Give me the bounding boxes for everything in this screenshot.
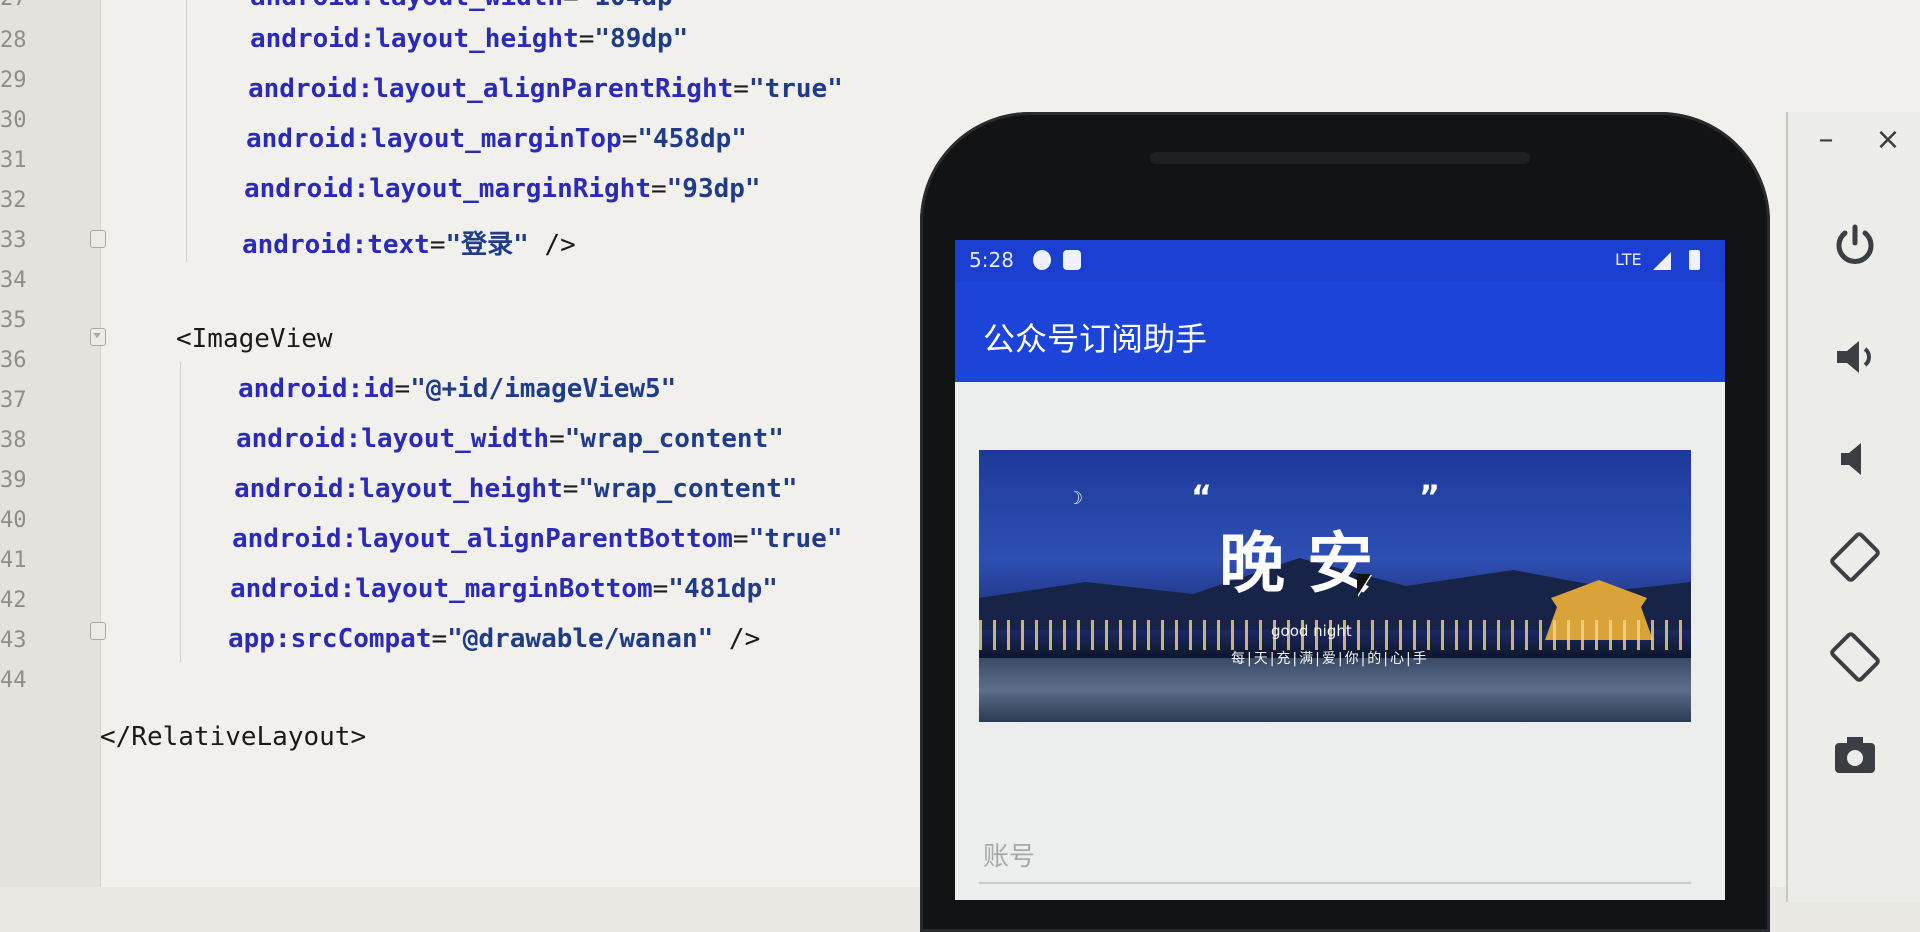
- rotate-right-icon: [1830, 632, 1880, 682]
- line-number: 41: [0, 548, 27, 573]
- rotate-right-button[interactable]: [1788, 622, 1920, 692]
- code-line: android:layout_width="wrap_content": [236, 424, 784, 454]
- code-line: android:layout_alignParentBottom="true": [232, 524, 843, 554]
- volume-down-button[interactable]: [1788, 424, 1920, 494]
- banner-image: ☽ “ ” 晚安 good night 每|天|充|满|爱|你|的|心|手: [979, 450, 1691, 722]
- status-bar: 5:28 LTE: [955, 240, 1725, 282]
- line-number: 30: [0, 108, 27, 133]
- line-number: 43: [0, 628, 27, 653]
- banner-subtitle: 每|天|充|满|爱|你|的|心|手: [1231, 651, 1429, 667]
- account-input[interactable]: [979, 832, 1691, 884]
- code-line: android:id="@+id/imageView5": [238, 374, 677, 404]
- code-line: android:text="登录" />: [242, 230, 576, 260]
- code-line: </RelativeLayout>: [100, 722, 367, 752]
- line-number: 27: [0, 0, 40, 11]
- battery-icon: [1689, 250, 1700, 270]
- code-line: app:srcCompat="@drawable/wanan" />: [228, 624, 761, 654]
- line-number: 29: [0, 68, 27, 93]
- volume-up-icon: [1837, 341, 1871, 373]
- code-line: android:layout_marginBottom="481dp": [230, 574, 778, 604]
- code-line: android:layout_marginTop="458dp": [246, 124, 747, 154]
- power-icon: [1836, 224, 1874, 264]
- line-number: 34: [0, 268, 27, 293]
- moon-icon: ☽: [1067, 488, 1084, 509]
- camera-icon: [1835, 737, 1875, 773]
- line-number: 32: [0, 188, 27, 213]
- line-number: 35: [0, 308, 27, 333]
- line-number: 40: [0, 508, 27, 533]
- close-button[interactable]: ×: [1858, 116, 1918, 162]
- emulator-screen[interactable]: 5:28 LTE 公众号订阅助手 ☽ “ ” 晚安 good night 每|天…: [955, 240, 1725, 900]
- signal-icon: [1653, 252, 1671, 270]
- sd-card-icon: [1063, 250, 1081, 270]
- line-number: 37: [0, 388, 27, 413]
- rotate-left-icon: [1830, 532, 1880, 582]
- app-title: 公众号订阅助手: [983, 320, 1208, 358]
- code-line: android:layout_height="89dp": [250, 24, 689, 54]
- device-speaker: [1150, 152, 1530, 164]
- banner-quote-open: “: [1191, 478, 1213, 516]
- line-number: 39: [0, 468, 27, 493]
- minimize-button[interactable]: –: [1796, 116, 1856, 162]
- code-line: android:layout_width="104dp": [250, 0, 688, 12]
- code-line: android:layout_height="wrap_content": [234, 474, 798, 504]
- screenshot-button[interactable]: [1788, 720, 1920, 790]
- line-number-gutter: 27 28 29 30 31 32 33 34 35 36 37 38 39 4…: [0, 0, 101, 887]
- app-bar: 公众号订阅助手: [955, 282, 1725, 382]
- line-number: 31: [0, 148, 27, 173]
- rotate-left-button[interactable]: [1788, 522, 1920, 592]
- mouse-cursor-icon: [1357, 574, 1371, 596]
- line-number: 38: [0, 428, 27, 453]
- code-line: <ImageView: [176, 324, 333, 354]
- power-button[interactable]: [1788, 210, 1920, 280]
- code-line: android:layout_alignParentRight="true": [248, 74, 843, 104]
- banner-english-text: good night: [1271, 622, 1352, 640]
- network-type: LTE: [1615, 250, 1642, 269]
- emulator-toolbar: – ×: [1786, 112, 1920, 902]
- indent-guide: [180, 362, 181, 662]
- notification-icon: [1033, 250, 1051, 270]
- code-line: android:layout_marginRight="93dp": [244, 174, 761, 204]
- volume-down-icon: [1841, 443, 1861, 475]
- fold-marker-icon[interactable]: [90, 622, 106, 640]
- volume-up-button[interactable]: [1788, 322, 1920, 392]
- status-time: 5:28: [969, 248, 1014, 272]
- line-number: 42: [0, 588, 27, 613]
- fold-marker-icon[interactable]: [90, 230, 106, 248]
- line-number: 33: [0, 228, 27, 253]
- banner-quote-close: ”: [1419, 478, 1441, 516]
- line-number: 44: [0, 668, 27, 693]
- indent-guide: [186, 0, 187, 262]
- line-number: 28: [0, 28, 27, 53]
- fold-marker-icon[interactable]: [90, 328, 106, 346]
- line-number: 36: [0, 348, 27, 373]
